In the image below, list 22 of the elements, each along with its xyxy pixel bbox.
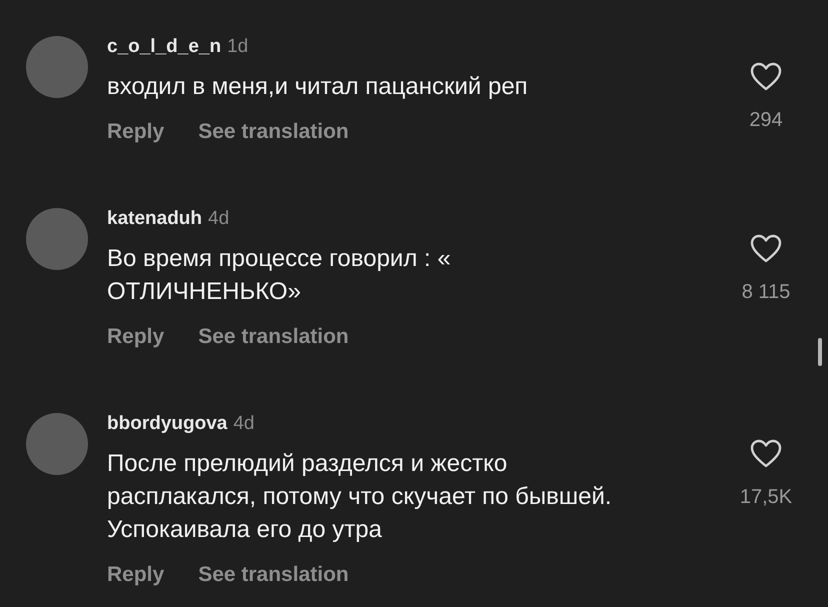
heart-icon[interactable] bbox=[750, 439, 782, 468]
like-count: 8 115 bbox=[742, 280, 790, 305]
heart-icon[interactable] bbox=[750, 62, 782, 91]
see-translation-button[interactable]: See translation bbox=[198, 324, 349, 350]
username[interactable]: bbordyugova bbox=[107, 411, 228, 437]
like-count: 294 bbox=[749, 108, 783, 133]
comment-time: 1d bbox=[227, 35, 248, 59]
like-count: 17,5K bbox=[740, 485, 792, 510]
reply-button[interactable]: Reply bbox=[107, 324, 164, 350]
username[interactable]: katenaduh bbox=[107, 206, 202, 232]
comment-text: Во время процессе говорил : « ОТЛИЧНЕНЬКО» bbox=[107, 244, 452, 307]
see-translation-button[interactable]: See translation bbox=[198, 119, 349, 145]
comment-time: 4d bbox=[208, 207, 230, 231]
reply-button[interactable]: Reply bbox=[107, 562, 164, 588]
username[interactable]: c_o_l_d_e_n bbox=[107, 34, 222, 60]
see-translation-button[interactable]: See translation bbox=[198, 562, 349, 588]
comment-time: 4d bbox=[233, 412, 254, 436]
heart-icon[interactable] bbox=[750, 234, 782, 263]
scrollbar-thumb[interactable] bbox=[818, 338, 822, 366]
comment-text: входил в меня,и читал пацанский реп bbox=[107, 72, 529, 102]
comment-text: После прелюдий разделся и жестко расплакался, потому что скучает по бывшей. Успокаивала его до утра bbox=[107, 449, 613, 545]
reply-button[interactable]: Reply bbox=[107, 119, 164, 145]
